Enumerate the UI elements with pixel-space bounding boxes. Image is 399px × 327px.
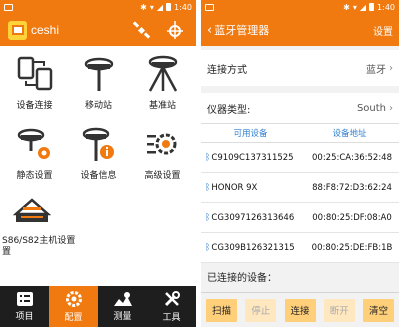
wifi-status-icon: ▾ [149,2,154,12]
device-address: 88:F8:72:D3:62:24 [312,182,392,193]
bluetooth-icon: ᛒ [205,242,211,253]
connection-method-value: 蓝牙 [366,64,386,76]
connect-button[interactable]: 连接 [284,298,316,322]
location-target-icon[interactable] [162,17,188,43]
signal-status-icon: ◢ [156,2,164,12]
connection-method-row[interactable]: 连接方式 蓝牙 › [201,50,399,86]
tab-label: 项目 [15,312,34,322]
bluetooth-icon: ᛒ [205,212,211,223]
tab-label: 配置 [64,313,83,323]
device-row[interactable]: ᛒ CG309B126321315 00:80:25:DE:FB:1B [201,233,399,263]
app-bar: ceshi [0,14,196,46]
instrument-type-label: 仪器类型: [207,104,251,116]
tab-measure[interactable]: 测量 [98,286,147,327]
device-name: CG309B126321315 [211,242,295,253]
connection-method-label: 连接方式 [207,64,247,76]
column-header-device: 可用设备 [233,129,268,139]
tile-rover[interactable]: 移动站 [66,46,131,116]
device-row[interactable]: ᛒ HONOR 9X 88:F8:72:D3:62:24 [201,173,399,203]
bluetooth-icon: ᛒ [205,182,211,193]
satellite-icon[interactable] [128,17,154,43]
instrument-type-row[interactable]: 仪器类型: South › [201,93,399,123]
tile-base-station[interactable]: 基准站 [130,46,195,116]
base-station-icon [143,54,183,94]
wifi-status-icon: ▾ [352,2,357,12]
device-info-icon [79,124,119,164]
bluetooth-manager-screen: ✱ ▾ ◢ 1:40 ‹ 蓝牙管理器 设置 连接方式 蓝牙 › 仪器类型: So… [201,0,399,327]
main-config-screen: ✱ ▾ ◢ 1:40 ceshi 设备连接 移动站 基准站 静态设置 设备信息 … [0,0,196,327]
measure-icon [113,292,132,306]
bluetooth-icon: ᛒ [205,152,211,163]
tile-static-settings[interactable]: 静态设置 [2,116,67,186]
clear-button[interactable]: 清空 [363,298,394,322]
tile-device-connect[interactable]: 设备连接 [2,46,67,116]
action-button-bar: 扫描 停止 连接 断开 清空 [201,292,399,327]
device-address: 00:25:CA:36:52:48 [312,152,392,163]
settings-button[interactable]: 设置 [373,23,393,38]
config-gear-icon [65,291,82,307]
tile-device-info[interactable]: 设备信息 [66,116,131,186]
connected-devices-label: 已连接的设备： [201,263,399,287]
notification-icon [4,3,13,11]
tile-label: 静态设置 [16,171,53,181]
tile-advanced-settings[interactable]: 高级设置 [130,116,195,186]
tile-s86-host[interactable]: S86/S82主机设置置 [2,186,75,258]
tab-tools[interactable]: 工具 [147,286,196,327]
notification-icon [205,3,214,11]
device-name: CG3097126313646 [211,212,295,223]
rover-icon [79,54,119,94]
device-connect-icon [15,54,55,94]
device-table-header: 可用设备 设备地址 [201,123,399,143]
tile-label-line1: S86/S82主机设置 [2,236,76,246]
device-list: ᛒ C9109C137311525 00:25:CA:36:52:48 ᛒ HONO… [201,143,399,263]
app-bar: ‹ 蓝牙管理器 设置 [201,14,399,46]
tab-config[interactable]: 配置 [49,286,98,327]
device-address: 00:80:25:DF:08:A0 [312,212,392,223]
stop-button[interactable]: 停止 [245,298,277,322]
tile-label: 移动站 [84,101,112,111]
status-time: 1:40 [377,2,395,12]
disconnect-button[interactable]: 断开 [323,298,355,322]
tile-label: 设备连接 [16,101,53,111]
tile-label: 基准站 [148,101,176,111]
device-row[interactable]: ᛒ CG3097126313646 00:80:25:DF:08:A0 [201,203,399,233]
device-address: 00:80:25:DE:FB:1B [311,242,393,253]
tile-label-line2: 置 [2,247,12,257]
tools-icon [164,291,180,307]
instrument-type-value: South [356,102,386,114]
app-title: ceshi [31,23,60,37]
static-settings-icon [15,124,55,164]
device-row[interactable]: ᛒ C9109C137311525 00:25:CA:36:52:48 [201,143,399,173]
bluetooth-status-icon: ✱ [140,2,147,12]
status-bar: ✱ ▾ ◢ 1:40 [0,0,196,14]
battery-icon [369,3,375,11]
signal-status-icon: ◢ [359,2,367,12]
tile-label: 设备信息 [80,171,117,181]
back-arrow-icon[interactable]: ‹ [207,23,212,38]
advanced-settings-icon [143,124,183,164]
status-bar: ✱ ▾ ◢ 1:40 [201,0,399,14]
bluetooth-status-icon: ✱ [343,2,350,12]
scan-button[interactable]: 扫描 [206,298,237,322]
s86-host-icon [12,194,52,232]
column-header-address: 设备地址 [332,129,367,139]
tab-label: 测量 [113,312,132,322]
project-logo-icon[interactable] [8,20,27,40]
chevron-right-icon: › [389,62,393,74]
tab-label: 工具 [162,313,181,323]
tile-label: S86/S82主机设置置 [2,236,75,258]
bottom-tab-bar: 项目 配置 测量 工具 [0,286,196,327]
device-name: C9109C137311525 [211,152,294,163]
tab-project[interactable]: 项目 [0,286,49,327]
page-title: 蓝牙管理器 [214,24,270,37]
status-time: 1:40 [174,2,192,12]
device-name: HONOR 9X [211,182,258,193]
battery-icon [166,3,172,11]
project-icon [16,292,33,306]
tile-label: 高级设置 [144,171,181,181]
chevron-right-icon: › [389,102,393,114]
